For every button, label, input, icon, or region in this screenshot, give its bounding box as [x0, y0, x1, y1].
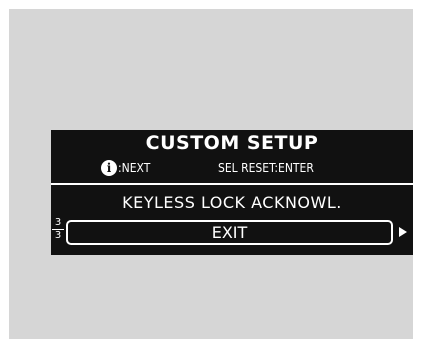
info-icon: i: [101, 160, 117, 176]
sel-reset-hint: SEL RESET:ENTER: [218, 161, 314, 175]
screen-title: CUSTOM SETUP: [145, 132, 319, 154]
custom-setup-screen: CUSTOM SETUP i :NEXT SEL RESET:ENTER KEY…: [51, 130, 413, 255]
page-total: 3: [54, 230, 62, 241]
exit-button[interactable]: EXIT: [66, 220, 393, 245]
display-background-panel: CUSTOM SETUP i :NEXT SEL RESET:ENTER KEY…: [9, 9, 413, 339]
setting-option-label: KEYLESS LOCK ACKNOWL.: [122, 193, 342, 212]
divider: [51, 183, 413, 185]
page-counter: 3 3: [52, 218, 64, 241]
next-hint: :NEXT: [118, 161, 151, 175]
hint-row: i :NEXT SEL RESET:ENTER: [51, 160, 413, 178]
page-current: 3: [54, 217, 62, 228]
right-triangle-icon: [399, 227, 407, 237]
